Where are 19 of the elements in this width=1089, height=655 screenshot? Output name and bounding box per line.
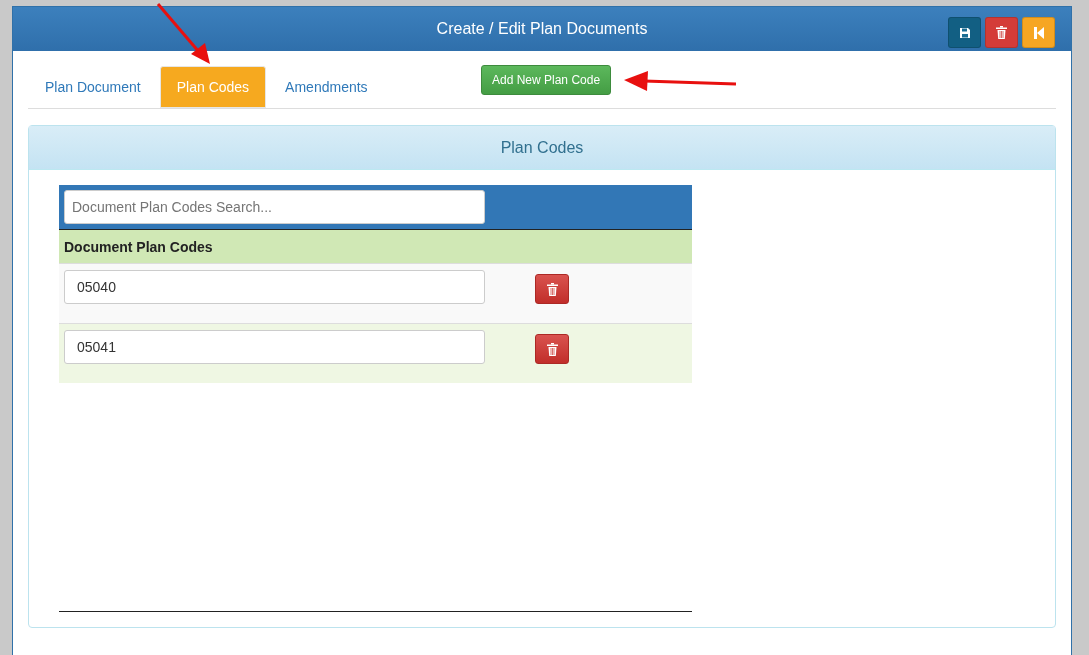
back-button[interactable]	[1022, 17, 1055, 48]
tab[interactable]: Amendments	[268, 66, 385, 108]
save-icon	[958, 26, 971, 39]
tab[interactable]: Plan Document	[28, 66, 158, 108]
plan-code-field[interactable]: 05041	[64, 330, 485, 364]
save-button[interactable]	[948, 17, 981, 48]
trash-icon	[546, 342, 558, 356]
arrow-drawing	[155, 2, 213, 66]
window-title: Create / Edit Plan Documents	[436, 20, 648, 38]
plan-code-field[interactable]: 05040	[64, 270, 485, 304]
skip-back-icon	[1033, 26, 1044, 39]
delete-button[interactable]	[535, 334, 569, 364]
trash-icon	[996, 26, 1007, 39]
trash-icon	[546, 282, 558, 296]
search-field[interactable]: Document Plan Codes Search...	[64, 190, 485, 224]
add-new-plan-code-button[interactable]: Add New Plan Code	[481, 65, 612, 95]
column-header: Document Plan Codes	[59, 230, 692, 263]
delete-button[interactable]	[535, 274, 569, 304]
panel-title: Plan Codes	[500, 138, 584, 157]
